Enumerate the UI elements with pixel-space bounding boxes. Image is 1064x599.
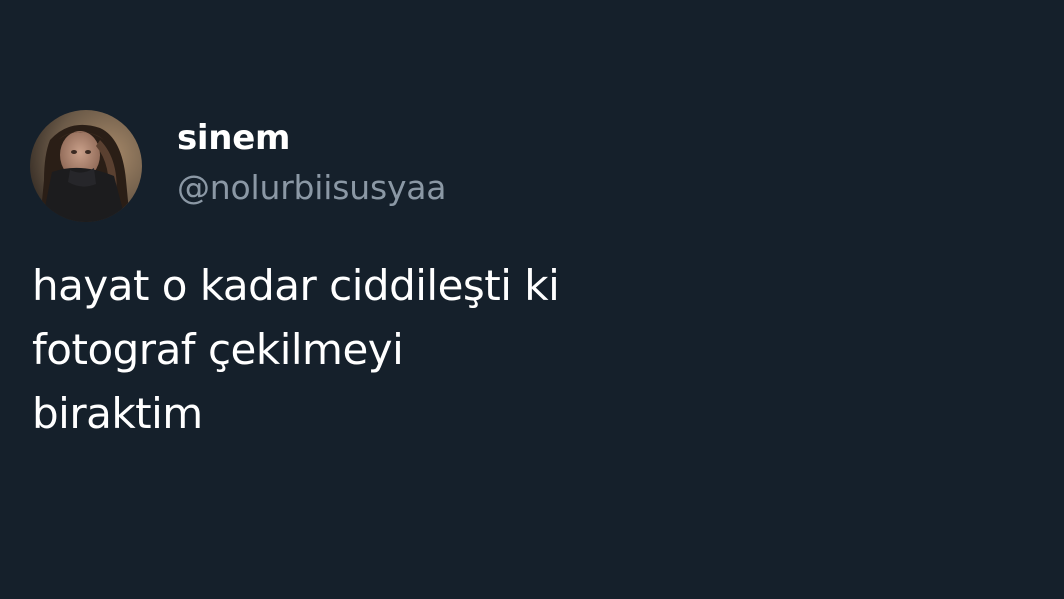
avatar[interactable]	[30, 110, 142, 222]
tweet-text-line: fotograf çekilmeyi	[32, 325, 404, 374]
author-display-name[interactable]: sinem	[177, 116, 290, 160]
profile-photo-icon	[30, 110, 142, 222]
tweet-card: sinem @nolurbiisusyaa hayat o kadar cidd…	[0, 0, 1064, 599]
tweet-text-line: hayat o kadar ciddileşti ki	[32, 261, 560, 310]
tweet-text-line: biraktim	[32, 389, 203, 438]
tweet-text: hayat o kadar ciddileşti ki fotograf çek…	[32, 254, 1012, 446]
author-handle[interactable]: @nolurbiisusyaa	[177, 166, 447, 210]
